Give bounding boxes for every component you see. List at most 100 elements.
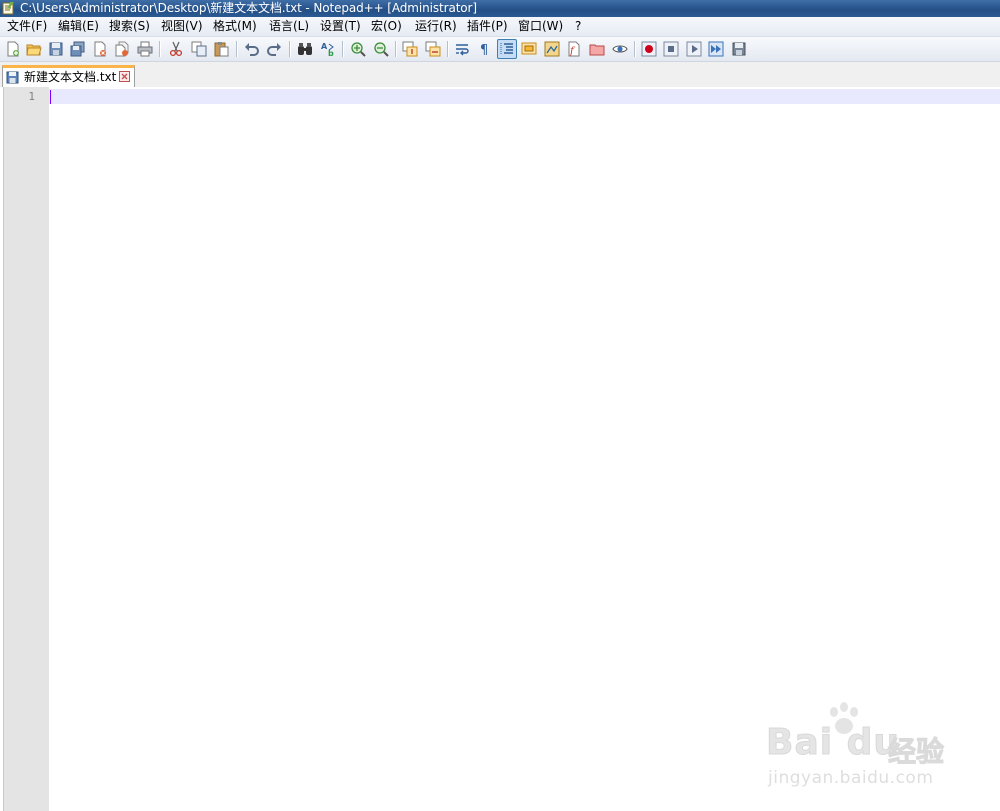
show-all-characters-icon: ¶ <box>480 43 488 57</box>
save-button[interactable] <box>46 39 66 59</box>
menu-run[interactable]: 运行(R) <box>414 19 458 34</box>
monitoring-button[interactable] <box>610 39 630 59</box>
toolbar: Ab ¶ f <box>0 37 1000 62</box>
menu-file[interactable]: 文件(F) <box>6 19 48 34</box>
record-macro-icon <box>641 41 657 57</box>
close-button[interactable] <box>90 39 110 59</box>
window-title: C:\Users\Administrator\Desktop\新建文本文档.tx… <box>20 1 477 15</box>
save-all-icon <box>70 41 85 57</box>
user-defined-language-icon <box>521 42 537 55</box>
save-all-button[interactable] <box>68 39 88 59</box>
replace-button[interactable]: Ab <box>318 39 338 59</box>
line-number: 1 <box>28 90 35 103</box>
title-bar: C:\Users\Administrator\Desktop\新建文本文档.tx… <box>0 0 1000 17</box>
print-icon <box>137 41 153 57</box>
undo-icon <box>245 43 259 56</box>
open-file-button[interactable] <box>24 39 44 59</box>
cut-icon <box>169 41 183 57</box>
tab-bar: 新建文本文档.txt <box>0 62 1000 88</box>
save-macro-icon <box>732 42 746 56</box>
playback-macro-icon <box>686 41 702 57</box>
print-button[interactable] <box>135 39 155 59</box>
menu-settings[interactable]: 设置(T) <box>319 19 362 34</box>
folder-as-workspace-button[interactable] <box>587 39 607 59</box>
tab-label: 新建文本文档.txt <box>24 70 117 84</box>
user-defined-language-button[interactable] <box>519 39 539 59</box>
toolbar-separator <box>159 41 161 57</box>
replace-icon: Ab <box>321 42 334 57</box>
close-icon <box>94 41 106 57</box>
paste-icon <box>214 42 229 57</box>
zoom-out-icon <box>374 42 389 57</box>
show-all-characters-button[interactable]: ¶ <box>474 39 494 59</box>
cut-button[interactable] <box>166 39 186 59</box>
paste-button[interactable] <box>211 39 231 59</box>
svg-text:A: A <box>321 42 328 51</box>
svg-text:b: b <box>328 49 334 57</box>
menu-format[interactable]: 格式(M) <box>212 19 258 34</box>
toolbar-separator <box>634 41 636 57</box>
save-macro-button[interactable] <box>729 39 749 59</box>
tab-new-text-document[interactable]: 新建文本文档.txt <box>2 65 135 87</box>
word-wrap-icon <box>456 44 469 56</box>
toolbar-separator <box>236 41 238 57</box>
menu-view[interactable]: 视图(V) <box>160 19 204 34</box>
toolbar-separator <box>395 41 397 57</box>
function-list-icon: f <box>568 41 580 57</box>
svg-text:¶: ¶ <box>480 43 488 57</box>
find-button[interactable] <box>295 39 315 59</box>
menu-bar: 文件(F) 编辑(E) 搜索(S) 视图(V) 格式(M) 语言(L) 设置(T… <box>0 17 1000 37</box>
tab-close-button[interactable] <box>119 71 130 82</box>
notepadpp-app-icon <box>2 2 14 15</box>
menu-search[interactable]: 搜索(S) <box>108 19 151 34</box>
copy-icon <box>191 41 207 57</box>
saved-document-icon <box>6 71 19 84</box>
menu-help[interactable]: ? <box>574 19 582 34</box>
monitoring-icon <box>612 45 628 53</box>
run-macro-multiple-button[interactable] <box>706 39 726 59</box>
stop-recording-icon <box>663 41 679 57</box>
text-caret <box>50 90 51 104</box>
toolbar-separator <box>289 41 291 57</box>
menu-edit[interactable]: 编辑(E) <box>57 19 100 34</box>
word-wrap-button[interactable] <box>452 39 472 59</box>
copy-button[interactable] <box>189 39 209 59</box>
line-number-gutter: 1 <box>3 87 49 811</box>
indent-guide-icon <box>500 43 513 55</box>
playback-macro-button[interactable] <box>684 39 704 59</box>
open-file-icon <box>26 44 42 56</box>
document-map-button[interactable] <box>542 39 562 59</box>
redo-icon <box>267 43 281 56</box>
toolbar-separator <box>447 41 449 57</box>
sync-horizontal-button[interactable] <box>423 39 443 59</box>
new-file-button[interactable] <box>3 39 23 59</box>
editor-area[interactable]: 1 <box>0 87 1000 811</box>
menu-window[interactable]: 窗口(W) <box>517 19 564 34</box>
undo-button[interactable] <box>242 39 262 59</box>
document-map-icon <box>544 41 560 57</box>
zoom-in-button[interactable] <box>348 39 368 59</box>
redo-button[interactable] <box>264 39 284 59</box>
indent-guide-button[interactable] <box>497 39 517 59</box>
new-file-icon <box>7 41 19 57</box>
close-all-icon <box>115 41 129 57</box>
save-icon <box>49 42 63 56</box>
close-icon <box>121 73 128 80</box>
function-list-button[interactable]: f <box>564 39 584 59</box>
sync-vertical-icon <box>402 41 418 57</box>
menu-macro[interactable]: 宏(O) <box>370 19 403 34</box>
sync-horizontal-icon <box>425 41 441 57</box>
zoom-in-icon <box>351 42 366 57</box>
record-macro-button[interactable] <box>639 39 659 59</box>
stop-recording-button[interactable] <box>661 39 681 59</box>
find-icon <box>298 43 312 55</box>
close-all-button[interactable] <box>112 39 132 59</box>
run-macro-multiple-icon <box>708 41 724 57</box>
menu-plugins[interactable]: 插件(P) <box>466 19 509 34</box>
toolbar-separator <box>342 41 344 57</box>
zoom-out-button[interactable] <box>371 39 391 59</box>
current-line-highlight <box>49 89 1000 104</box>
sync-vertical-button[interactable] <box>400 39 420 59</box>
folder-as-workspace-icon <box>589 44 605 56</box>
menu-language[interactable]: 语言(L) <box>268 19 310 34</box>
